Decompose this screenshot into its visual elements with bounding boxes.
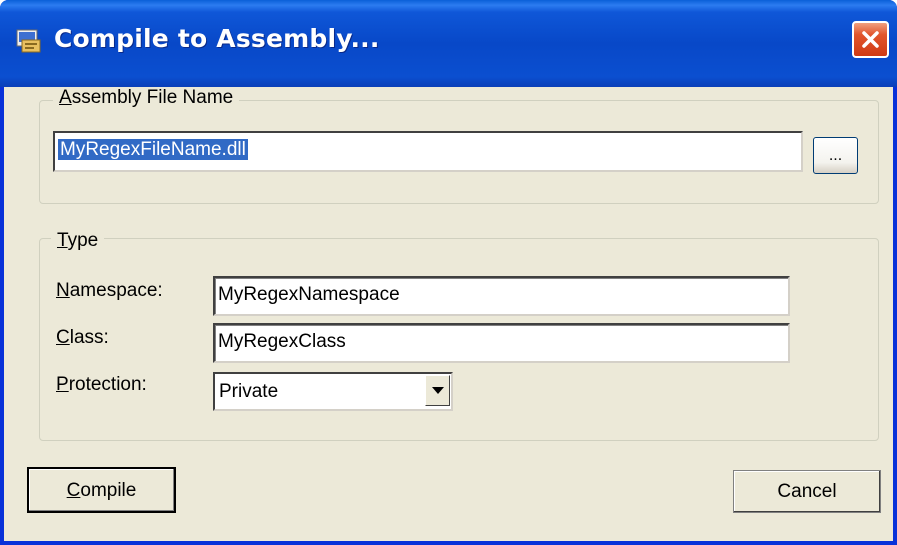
protection-selected-value: Private	[219, 381, 279, 402]
protection-select[interactable]: Private	[213, 372, 453, 411]
namespace-input[interactable]: MyRegexNamespace	[213, 276, 790, 316]
browse-button[interactable]: ...	[813, 137, 858, 174]
compile-button[interactable]: Compile	[27, 467, 176, 513]
dialog-client-area: Assembly File Name MyRegexFileName.dll .…	[4, 87, 893, 541]
class-label-accesskey: C	[56, 327, 70, 348]
compile-app-icon	[14, 26, 44, 56]
cancel-button[interactable]: Cancel	[733, 470, 881, 513]
type-group-title: Type	[51, 230, 105, 252]
namespace-label-rest: amespace:	[69, 280, 163, 301]
assembly-file-name-value: MyRegexFileName.dll	[58, 139, 248, 160]
assembly-file-title-accesskey: A	[59, 87, 72, 108]
namespace-label: Namespace:	[56, 280, 163, 302]
assembly-file-group-title: Assembly File Name	[53, 87, 240, 109]
class-input[interactable]: MyRegexClass	[213, 323, 790, 363]
protection-label: Protection:	[56, 374, 147, 396]
class-label: Class:	[56, 327, 109, 349]
protection-label-rest: rotection:	[68, 374, 147, 395]
assembly-file-title-rest: ssembly File Name	[71, 87, 234, 108]
compile-button-accesskey: C	[66, 480, 81, 501]
protection-dropdown-button[interactable]	[425, 375, 450, 406]
title-bar[interactable]: Compile to Assembly...	[0, 0, 897, 87]
class-label-rest: lass:	[69, 327, 109, 348]
type-title-accesskey: T	[57, 230, 68, 251]
compile-button-label: ompile	[80, 480, 137, 501]
assembly-file-name-input[interactable]: MyRegexFileName.dll	[53, 131, 803, 172]
close-icon	[862, 31, 879, 48]
close-button[interactable]	[852, 21, 889, 58]
type-title-rest: ype	[67, 230, 99, 251]
namespace-label-accesskey: N	[56, 280, 70, 301]
window-title: Compile to Assembly...	[54, 24, 380, 53]
protection-label-accesskey: P	[56, 374, 69, 395]
chevron-down-icon	[432, 387, 444, 394]
dialog-window: Compile to Assembly... Assembly File Nam…	[0, 0, 897, 545]
